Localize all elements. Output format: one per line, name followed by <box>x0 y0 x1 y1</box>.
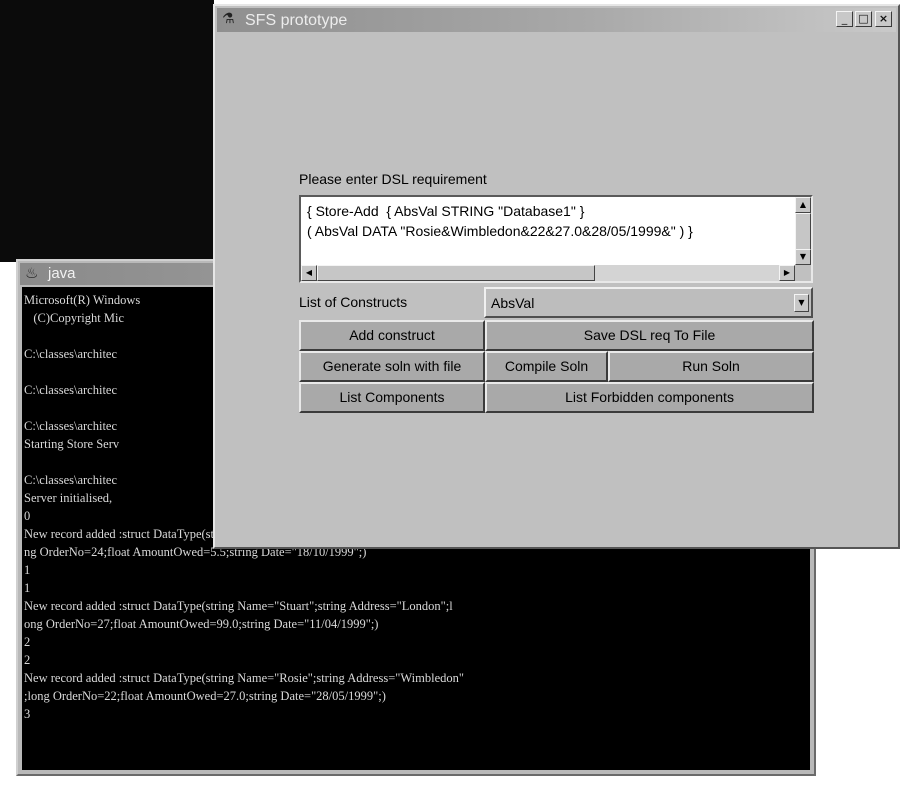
horizontal-scrollbar[interactable]: ◀ ▶ <box>301 265 795 281</box>
dsl-prompt-label: Please enter DSL requirement <box>299 171 487 187</box>
app-icon: ⚗ <box>222 11 235 27</box>
vertical-scroll-thumb[interactable] <box>795 213 811 251</box>
sfs-title: SFS prototype <box>245 12 348 29</box>
list-forbidden-button[interactable]: List Forbidden components <box>485 382 814 413</box>
sfs-prototype-window: ⚗ SFS prototype _ □ × Please enter DSL r… <box>213 4 900 549</box>
list-components-button[interactable]: List Components <box>299 382 485 413</box>
scroll-corner <box>795 265 811 281</box>
run-soln-button[interactable]: Run Soln <box>608 351 814 382</box>
minimize-button[interactable]: _ <box>836 11 853 27</box>
sfs-titlebar[interactable]: ⚗ SFS prototype _ □ × <box>217 8 896 32</box>
console-line: New record added :struct DataType(string… <box>24 599 453 613</box>
add-construct-button[interactable]: Add construct <box>299 320 485 351</box>
console-title: java <box>48 265 76 282</box>
scroll-down-arrow-icon[interactable]: ▼ <box>795 249 811 265</box>
vertical-scrollbar[interactable]: ▲ ▼ <box>795 197 811 265</box>
java-cup-icon: ♨ <box>25 264 39 282</box>
dsl-text[interactable]: { Store-Add { AbsVal STRING "Database1" … <box>307 201 789 241</box>
desktop-background <box>0 0 214 262</box>
save-dsl-button[interactable]: Save DSL req To File <box>485 320 814 351</box>
console-line: 1 <box>24 581 31 595</box>
console-line: New record added :struct DataType(string… <box>24 671 464 685</box>
console-line: 2 <box>24 653 31 667</box>
console-line: 3 <box>24 707 31 721</box>
scroll-left-arrow-icon[interactable]: ◀ <box>301 265 317 281</box>
console-line: 2 <box>24 635 31 649</box>
constructs-selected-value: AbsVal <box>491 295 535 311</box>
generate-soln-button[interactable]: Generate soln with file <box>299 351 485 382</box>
console-line: ong OrderNo=27;float AmountOwed=99.0;str… <box>24 617 379 631</box>
close-button[interactable]: × <box>875 11 892 27</box>
scroll-up-arrow-icon[interactable]: ▲ <box>795 197 811 213</box>
dsl-textarea[interactable]: { Store-Add { AbsVal STRING "Database1" … <box>299 195 813 283</box>
constructs-label: List of Constructs <box>299 294 408 310</box>
compile-soln-button[interactable]: Compile Soln <box>485 351 608 382</box>
console-line: ;long OrderNo=22;float AmountOwed=27.0;s… <box>24 689 386 703</box>
console-line: 1 <box>24 563 31 577</box>
constructs-dropdown[interactable]: AbsVal ▼ <box>484 287 813 318</box>
maximize-button[interactable]: □ <box>855 11 872 27</box>
scroll-right-arrow-icon[interactable]: ▶ <box>779 265 795 281</box>
chevron-down-icon[interactable]: ▼ <box>794 294 809 312</box>
horizontal-scroll-thumb[interactable] <box>317 265 595 281</box>
